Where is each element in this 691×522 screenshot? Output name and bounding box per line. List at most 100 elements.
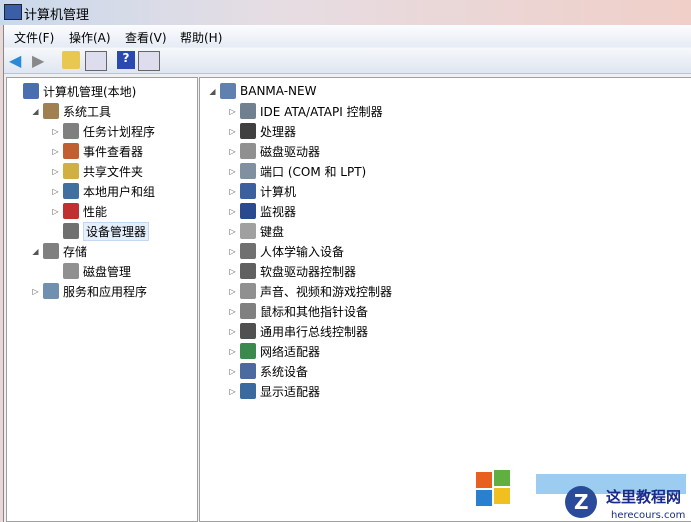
tree-node-icon [63, 223, 79, 239]
device-category[interactable]: ▷ 计算机 [228, 182, 296, 200]
expander-icon[interactable]: ▷ [228, 267, 237, 276]
device-category[interactable]: ▷ 声音、视频和游戏控制器 [228, 282, 392, 300]
tree-item-label: 本地用户和组 [83, 184, 156, 199]
device-category[interactable]: ▷ 网络适配器 [228, 342, 320, 360]
tree-item[interactable]: ▷ 任务计划程序 [51, 122, 155, 140]
tree-node-icon [43, 283, 59, 299]
tree-item-label: 系统工具 [63, 104, 112, 119]
expander-icon[interactable]: ▷ [228, 147, 237, 156]
expander-icon[interactable]: ▷ [51, 167, 60, 176]
device-category[interactable]: ▷ 磁盘驱动器 [228, 142, 320, 160]
expander-icon[interactable]: ▷ [228, 327, 237, 336]
expander-icon[interactable]: ▷ [51, 187, 60, 196]
device-category-label: 系统设备 [260, 364, 309, 379]
expander-icon[interactable]: ▷ [228, 227, 237, 236]
tree-item[interactable]: ▷ 本地用户和组 [51, 182, 155, 200]
svg-text:这里教程网: 这里教程网 [606, 488, 681, 506]
menu-action[interactable]: 操作(A) [69, 29, 111, 46]
up-folder-icon[interactable] [62, 51, 80, 69]
device-category-label: 端口 (COM 和 LPT) [260, 164, 367, 179]
device-category-label: 网络适配器 [260, 344, 321, 359]
svg-text:herecours.com: herecours.com [611, 510, 685, 521]
device-category[interactable]: ▷ IDE ATA/ATAPI 控制器 [228, 102, 383, 120]
expander-icon[interactable]: ▷ [228, 247, 237, 256]
computer-management-icon [4, 4, 22, 20]
device-icon [240, 223, 256, 239]
back-icon[interactable]: ◀ [9, 51, 27, 70]
expander-icon[interactable]: ▷ [51, 147, 60, 156]
tree-node-icon [63, 163, 79, 179]
tree-item-label: 磁盘管理 [83, 264, 132, 279]
left-tree-pane[interactable]: 计算机管理(本地) ◢ 系统工具 ▷ 任务计划程序 ▷ 事件查看器 ▷ 共享文件夹 ▷ 本地用户和组… [6, 77, 198, 522]
expander-icon[interactable]: ▷ [228, 287, 237, 296]
device-category[interactable]: ▷ 人体学输入设备 [228, 242, 344, 260]
device-category[interactable]: ▷ 显示适配器 [228, 382, 320, 400]
tree-item[interactable]: ▷ 事件查看器 [51, 142, 143, 160]
tree-item[interactable]: ▷ 共享文件夹 [51, 162, 143, 180]
root-label: BANMA-NEW [240, 84, 317, 98]
tree-item-label: 共享文件夹 [83, 164, 144, 179]
forward-icon[interactable]: ▶ [32, 51, 50, 70]
tree-node-icon [43, 103, 59, 119]
action-pane-icon[interactable] [138, 51, 160, 71]
computer-icon [220, 83, 236, 99]
expander-icon[interactable]: ▷ [228, 127, 237, 136]
device-icon [240, 363, 256, 379]
device-category[interactable]: ▷ 软盘驱动器控制器 [228, 262, 356, 280]
tree-item[interactable]: ▷ 性能 [51, 202, 107, 220]
device-category[interactable]: ▷ 端口 (COM 和 LPT) [228, 162, 366, 180]
tree-item[interactable]: 设备管理器 [51, 221, 150, 241]
tree-item[interactable]: 磁盘管理 [51, 262, 131, 280]
tree-node-icon [63, 203, 79, 219]
tree-item-label: 存储 [63, 244, 88, 259]
title-bar: 计算机管理 [0, 0, 691, 25]
expander-icon[interactable]: ▷ [228, 107, 237, 116]
expander-icon[interactable]: ▷ [51, 207, 60, 216]
device-category[interactable]: ▷ 键盘 [228, 222, 284, 240]
device-category-label: 处理器 [260, 124, 297, 139]
device-icon [240, 163, 256, 179]
device-category-label: 键盘 [260, 224, 285, 239]
menu-file[interactable]: 文件(F) [14, 29, 54, 46]
device-category-label: 鼠标和其他指针设备 [260, 304, 369, 319]
device-icon [240, 123, 256, 139]
svg-text:Z: Z [574, 490, 589, 514]
expander-icon[interactable]: ▷ [228, 307, 237, 316]
tree-node-icon [63, 263, 79, 279]
expander-icon[interactable]: ▷ [228, 347, 237, 356]
tree-item[interactable]: 计算机管理(本地) [11, 82, 136, 100]
device-category[interactable]: ▷ 通用串行总线控制器 [228, 322, 368, 340]
device-category[interactable]: ▷ 鼠标和其他指针设备 [228, 302, 368, 320]
device-category-label: 监视器 [260, 204, 297, 219]
expander-icon[interactable]: ▷ [228, 207, 237, 216]
device-category[interactable]: ▷ 系统设备 [228, 362, 308, 380]
tree-item[interactable]: ◢ 系统工具 [31, 102, 111, 120]
show-hide-tree-icon[interactable] [85, 51, 107, 71]
device-category[interactable]: ▷ 处理器 [228, 122, 296, 140]
tree-node-icon [23, 83, 39, 99]
device-category-label: 通用串行总线控制器 [260, 324, 369, 339]
tree-item-label: 服务和应用程序 [63, 284, 148, 299]
device-root[interactable]: ◢ BANMA-NEW [208, 82, 316, 100]
tree-node-icon [63, 123, 79, 139]
tree-item[interactable]: ▷ 服务和应用程序 [31, 282, 147, 300]
device-icon [240, 203, 256, 219]
menu-help[interactable]: 帮助(H) [180, 29, 222, 46]
expander-icon[interactable]: ◢ [31, 107, 40, 116]
tree-item[interactable]: ◢ 存储 [31, 242, 87, 260]
device-category[interactable]: ▷ 监视器 [228, 202, 296, 220]
device-icon [240, 343, 256, 359]
expander-icon[interactable]: ▷ [51, 127, 60, 136]
device-category-label: 声音、视频和游戏控制器 [260, 284, 393, 299]
expander-icon[interactable]: ◢ [31, 247, 40, 256]
device-category-label: 人体学输入设备 [260, 244, 345, 259]
help-icon[interactable]: ? [117, 51, 135, 69]
device-icon [240, 103, 256, 119]
expander-icon[interactable]: ▷ [228, 167, 237, 176]
expander-icon[interactable]: ▷ [228, 367, 237, 376]
tree-item-label: 事件查看器 [83, 144, 144, 159]
expander-icon[interactable]: ▷ [31, 287, 40, 296]
expander-icon[interactable]: ▷ [228, 387, 237, 396]
menu-view[interactable]: 查看(V) [125, 29, 167, 46]
expander-icon[interactable]: ▷ [228, 187, 237, 196]
